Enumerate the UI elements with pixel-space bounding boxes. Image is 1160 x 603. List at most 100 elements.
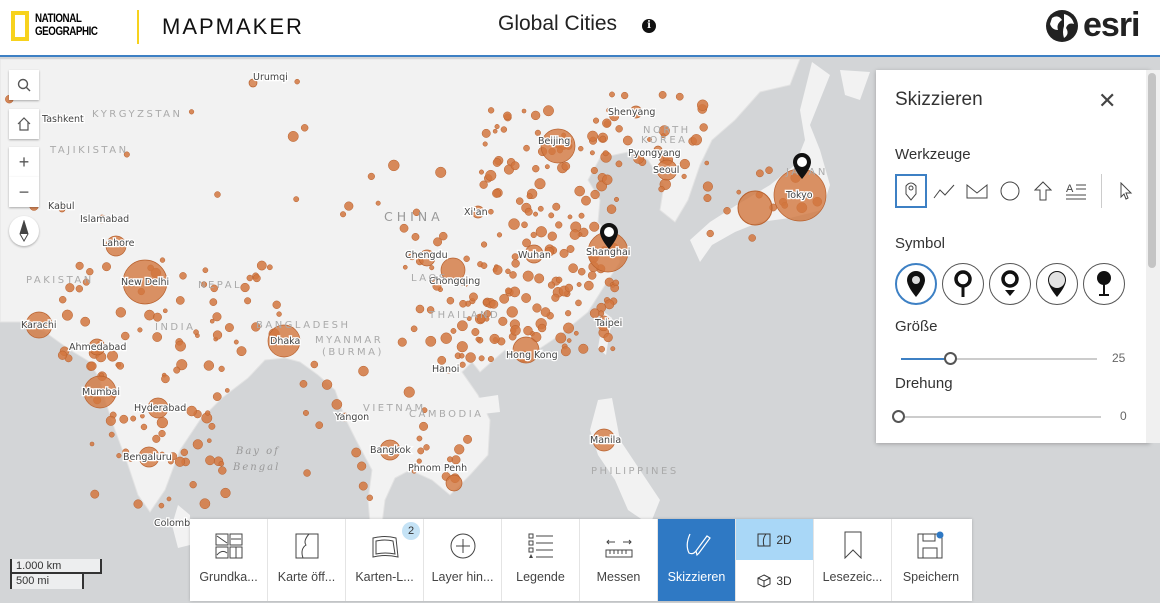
city-dot[interactable]: [492, 128, 498, 134]
city-dot[interactable]: [548, 212, 555, 219]
add-layer-button[interactable]: Layer hin...: [424, 519, 502, 601]
city-dot[interactable]: [575, 299, 582, 307]
city-dot[interactable]: [321, 379, 333, 390]
city-dot[interactable]: [552, 202, 561, 211]
city-dot[interactable]: [423, 444, 430, 451]
city-dot[interactable]: [340, 211, 347, 218]
city-dot[interactable]: [439, 231, 448, 241]
city-dot[interactable]: [89, 441, 95, 447]
city-dot[interactable]: [599, 135, 607, 143]
city-dot[interactable]: [612, 279, 620, 287]
city-dot[interactable]: [218, 365, 225, 372]
city-dot[interactable]: [189, 481, 197, 489]
city-dot[interactable]: [224, 323, 234, 333]
city-dot[interactable]: [573, 330, 579, 336]
city-dot[interactable]: [482, 141, 488, 147]
city-dot[interactable]: [481, 128, 491, 138]
city-dot[interactable]: [565, 310, 572, 317]
city-dot[interactable]: [61, 309, 73, 321]
city-dot[interactable]: [209, 298, 218, 306]
city-dot[interactable]: [523, 144, 530, 152]
city-dot[interactable]: [140, 423, 148, 431]
city-dot[interactable]: [375, 200, 381, 206]
city-dot[interactable]: [158, 429, 166, 438]
city-dot[interactable]: [152, 312, 162, 322]
city-dot[interactable]: [186, 405, 197, 417]
city-dot[interactable]: [479, 180, 488, 189]
2d-toggle[interactable]: 2D: [736, 519, 813, 560]
city-dot[interactable]: [503, 111, 512, 121]
city-dot[interactable]: [610, 346, 616, 352]
city-dot[interactable]: [590, 189, 600, 200]
city-dot[interactable]: [736, 189, 742, 195]
city-dot[interactable]: [755, 169, 764, 178]
city-circle[interactable]: [737, 190, 773, 226]
city-dot[interactable]: [598, 345, 605, 353]
city-dot[interactable]: [544, 164, 550, 170]
city-dot[interactable]: [487, 107, 495, 114]
city-dot[interactable]: [492, 188, 502, 198]
city-dot[interactable]: [478, 355, 485, 362]
city-dot[interactable]: [188, 109, 195, 115]
city-dot[interactable]: [532, 165, 540, 173]
city-dot[interactable]: [703, 194, 712, 203]
city-dot[interactable]: [587, 130, 599, 142]
home-button[interactable]: [9, 109, 39, 139]
city-dot[interactable]: [506, 306, 518, 318]
city-dot[interactable]: [425, 335, 437, 347]
rotation-slider[interactable]: [892, 410, 1101, 423]
city-dot[interactable]: [358, 365, 369, 377]
city-dot[interactable]: [403, 386, 415, 398]
map-layers-button[interactable]: Karten-L... 2: [346, 519, 424, 601]
search-button[interactable]: [9, 70, 39, 100]
city-dot[interactable]: [367, 172, 375, 180]
city-dot[interactable]: [492, 158, 502, 167]
city-dot[interactable]: [679, 158, 690, 170]
city-dot[interactable]: [236, 346, 247, 357]
city-dot[interactable]: [137, 327, 143, 333]
city-dot[interactable]: [174, 456, 186, 467]
text-tool[interactable]: A: [1060, 174, 1092, 208]
city-dot[interactable]: [108, 431, 115, 438]
city-dot[interactable]: [499, 293, 510, 304]
city-dot[interactable]: [252, 274, 261, 283]
city-dot[interactable]: [203, 360, 215, 371]
city-dot[interactable]: [563, 322, 575, 334]
city-dot[interactable]: [397, 337, 407, 347]
city-dot[interactable]: [589, 150, 595, 156]
city-dot[interactable]: [681, 173, 687, 180]
city-dot[interactable]: [366, 494, 373, 502]
city-dot[interactable]: [459, 353, 465, 359]
city-dot[interactable]: [604, 299, 615, 310]
city-dot[interactable]: [224, 388, 230, 393]
city-dot[interactable]: [463, 434, 473, 444]
city-dot[interactable]: [606, 204, 617, 214]
city-dot[interactable]: [510, 325, 521, 336]
city-dot[interactable]: [540, 307, 551, 317]
city-dot[interactable]: [175, 340, 186, 352]
city-dot[interactable]: [205, 410, 211, 416]
city-dot[interactable]: [690, 134, 702, 146]
city-dot[interactable]: [551, 293, 560, 302]
city-dot[interactable]: [115, 307, 127, 318]
city-dot[interactable]: [399, 223, 409, 233]
national-geographic-logo[interactable]: NATIONAL GEOGRAPHIC: [11, 11, 109, 41]
city-dot[interactable]: [555, 221, 563, 229]
city-dot[interactable]: [410, 325, 418, 333]
city-dot[interactable]: [658, 90, 667, 99]
city-dot[interactable]: [494, 124, 500, 130]
city-dot[interactable]: [489, 333, 500, 344]
city-dot[interactable]: [209, 318, 215, 324]
city-dot[interactable]: [214, 191, 221, 198]
measure-button[interactable]: Messen: [580, 519, 658, 601]
city-dot[interactable]: [450, 328, 457, 334]
city-dot[interactable]: [566, 338, 572, 343]
city-dot[interactable]: [523, 325, 533, 336]
city-dot[interactable]: [179, 272, 187, 280]
bookmarks-button[interactable]: Lesezeic...: [814, 519, 892, 601]
city-dot[interactable]: [478, 169, 484, 175]
city-dot[interactable]: [233, 339, 239, 345]
city-dot[interactable]: [58, 295, 67, 304]
city-dot[interactable]: [598, 310, 605, 317]
city-dot[interactable]: [447, 456, 453, 463]
